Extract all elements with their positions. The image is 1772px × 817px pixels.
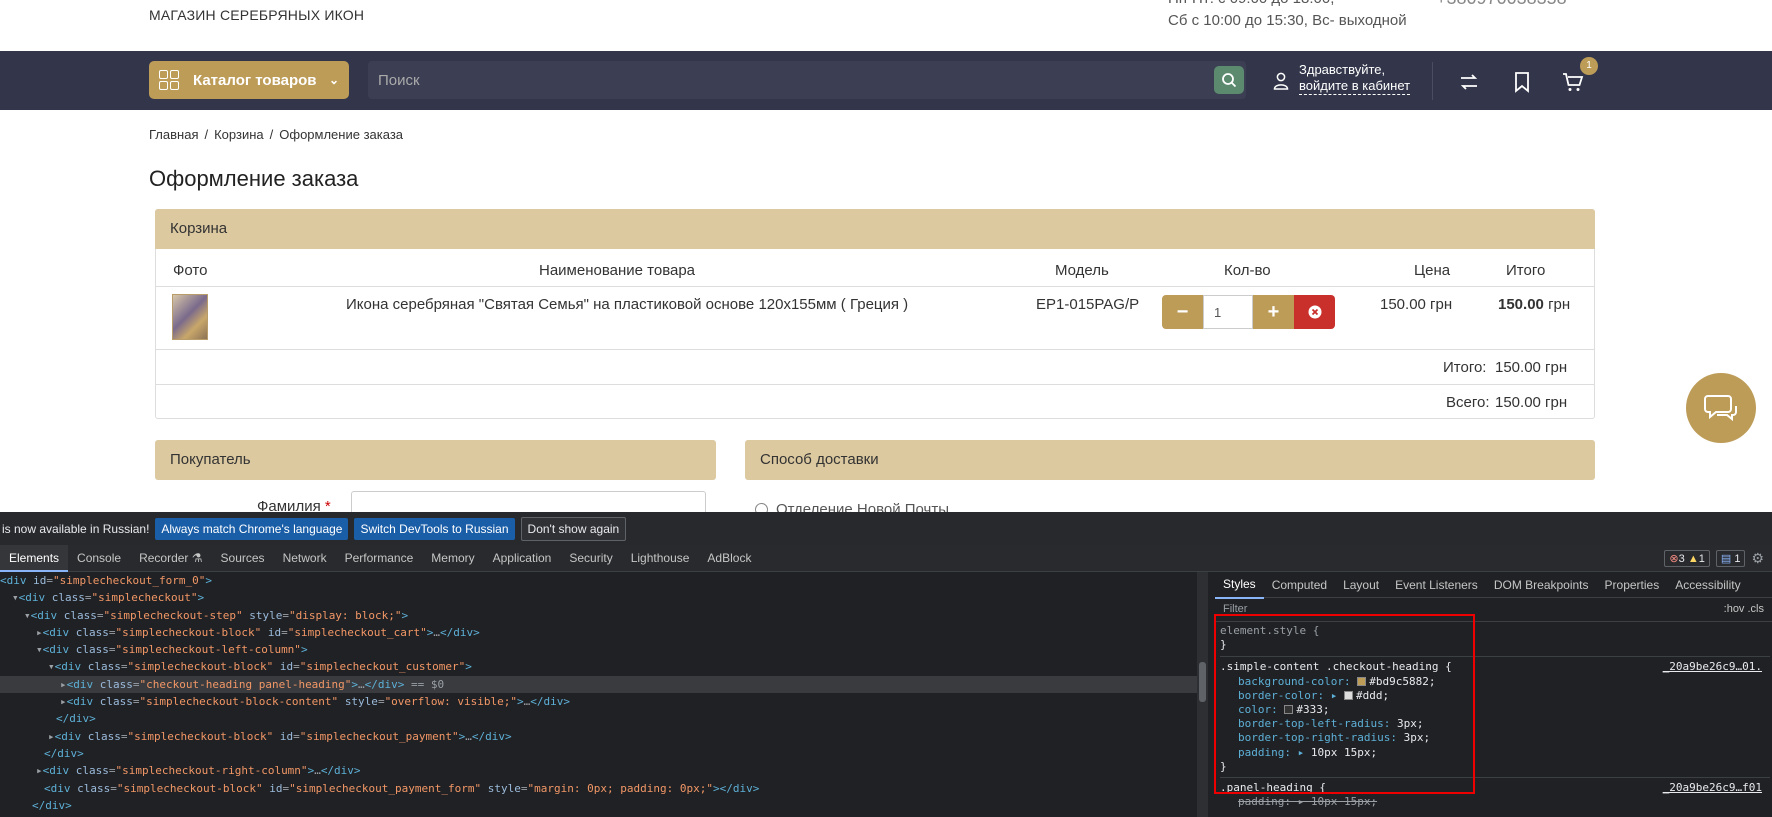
col-model: Модель — [1055, 262, 1109, 279]
col-photo: Фото — [173, 262, 208, 279]
tab-layout[interactable]: Layout — [1335, 572, 1387, 598]
catalog-button[interactable]: Каталог товаров ⌄ — [149, 61, 349, 99]
dom-node: ▾<div class="simplecheckout-block" id="s… — [48, 660, 472, 674]
product-price: 150.00 грн — [1380, 296, 1453, 313]
product-name[interactable]: Икона серебряная "Святая Семья" на пласт… — [346, 296, 908, 313]
flask-icon: ⚗ — [191, 550, 203, 565]
tab-accessibility[interactable]: Accessibility — [1667, 572, 1748, 598]
devtools-status[interactable]: ⊗3 ▲1 ▤ 1 ⚙ — [1664, 550, 1764, 567]
tab-event-listeners[interactable]: Event Listeners — [1387, 572, 1486, 598]
highlight-annotation-box — [1214, 614, 1475, 794]
cart-count-badge: 1 — [1580, 57, 1598, 75]
tab-application[interactable]: Application — [484, 545, 561, 572]
remove-item-button[interactable] — [1294, 295, 1335, 329]
tab-memory[interactable]: Memory — [422, 545, 483, 572]
rule-source-link-2[interactable]: _20a9be26c9…f01 — [1663, 781, 1762, 795]
product-model: EP1-015PAG/P — [1036, 296, 1140, 313]
chat-button[interactable] — [1686, 373, 1756, 443]
col-qty: Кол-во — [1224, 262, 1271, 279]
tab-computed[interactable]: Computed — [1264, 572, 1335, 598]
tab-styles[interactable]: Styles — [1215, 571, 1264, 599]
dom-node: <div class="simplecheckout-block" id="si… — [44, 781, 760, 795]
decrease-qty-button[interactable]: − — [1162, 295, 1203, 329]
dom-node-selected: ▸<div class="checkout-heading panel-head… — [0, 675, 1197, 694]
subtotal-label: Итого: — [1443, 359, 1487, 376]
grand-total-value: 150.00 грн — [1495, 394, 1568, 411]
breadcrumb-current: Оформление заказа — [279, 127, 404, 142]
user-icon[interactable] — [1273, 72, 1289, 90]
quantity-stepper: − 1 + — [1162, 295, 1335, 329]
product-total: 150.00 грн — [1498, 296, 1571, 313]
dom-node: ▸<div class="simplecheckout-right-column… — [36, 764, 361, 778]
col-total: Итого — [1506, 262, 1546, 279]
dom-node: ▾<div class="simplecheckout-step" style=… — [24, 608, 409, 622]
dom-scrollbar[interactable] — [1197, 572, 1208, 817]
switch-to-russian-button[interactable]: Switch DevTools to Russian — [354, 517, 515, 540]
dont-show-again-button[interactable]: Don't show again — [520, 516, 627, 541]
tab-network[interactable]: Network — [274, 545, 336, 572]
account-link[interactable]: Здравствуйте, войдите в кабинет — [1299, 62, 1411, 95]
search-icon — [1222, 73, 1237, 88]
dom-node: </div> — [56, 712, 96, 726]
page-title: Оформление заказа — [149, 166, 359, 191]
close-circle-icon — [1308, 305, 1321, 319]
search-input[interactable]: Поиск — [368, 61, 1246, 99]
col-name: Наименование товара — [539, 262, 696, 279]
breadcrumb-cart[interactable]: Корзина — [214, 127, 264, 142]
tab-performance[interactable]: Performance — [336, 545, 423, 572]
grand-total-label: Всего: — [1446, 394, 1490, 411]
dom-node: ▾<div class="simplecheckout-left-column"… — [36, 643, 308, 657]
buyer-heading: Покупатель — [155, 440, 716, 480]
quantity-input[interactable]: 1 — [1203, 295, 1253, 329]
always-match-language-button[interactable]: Always match Chrome's language — [155, 517, 349, 540]
search-button[interactable] — [1214, 66, 1244, 94]
grid-icon — [159, 70, 179, 90]
col-price: Цена — [1414, 262, 1451, 279]
cart-heading: Корзина — [155, 209, 1595, 249]
tab-dom-breakpoints[interactable]: DOM Breakpoints — [1486, 572, 1597, 598]
store-name: МАГАЗИН СЕРЕБРЯНЫХ ИКОН — [149, 7, 365, 23]
working-hours: Пн-Пт: с 09:00 до 18:00, Сб с 10:00 до 1… — [1168, 0, 1407, 29]
compare-icon[interactable] — [1457, 70, 1481, 94]
rule-source-link[interactable]: _20a9be26c9…01. — [1663, 660, 1762, 674]
delivery-heading: Способ доставки — [745, 440, 1595, 480]
dom-tree[interactable]: <div id="simplecheckout_form_0"> ▾<div c… — [0, 572, 1197, 817]
tab-sources[interactable]: Sources — [212, 545, 274, 572]
tab-properties[interactable]: Properties — [1597, 572, 1668, 598]
increase-qty-button[interactable]: + — [1253, 295, 1294, 329]
settings-icon[interactable]: ⚙ — [1751, 550, 1764, 567]
devtools-tabs: Elements Console Recorder ⚗ Sources Netw… — [0, 544, 1772, 572]
dom-node: ▾<div class="simplecheckout"> — [12, 591, 205, 605]
dom-node: </div> — [32, 798, 72, 812]
chat-icon — [1704, 395, 1737, 422]
hov-cls-toggle[interactable]: :hov .cls — [1724, 603, 1764, 615]
dom-node: ▸<div class="simplecheckout-block" id="s… — [48, 729, 512, 743]
tab-console[interactable]: Console — [68, 545, 130, 572]
dom-node: ▸<div class="simplecheckout-block-conten… — [60, 695, 571, 709]
cart-icon[interactable] — [1561, 70, 1585, 94]
devtools-language-infobar: is now available in Russian! Always matc… — [0, 512, 1772, 545]
product-thumbnail[interactable] — [172, 294, 208, 340]
tab-elements[interactable]: Elements — [0, 544, 69, 572]
dom-node: <div id="simplecheckout_form_0"> — [0, 574, 212, 587]
subtotal-value: 150.00 грн — [1495, 359, 1568, 376]
bookmark-icon[interactable] — [1510, 70, 1534, 94]
dom-node: ▸<div class="simplecheckout-block" id="s… — [36, 625, 480, 639]
tab-security[interactable]: Security — [560, 545, 621, 572]
tab-adblock[interactable]: AdBlock — [698, 545, 760, 572]
styles-tabs: Styles Computed Layout Event Listeners D… — [1215, 571, 1772, 599]
divider — [1432, 62, 1433, 100]
breadcrumb: Главная / Корзина / Оформление заказа — [149, 127, 404, 142]
breadcrumb-home[interactable]: Главная — [149, 127, 198, 142]
tab-lighthouse[interactable]: Lighthouse — [622, 545, 699, 572]
dom-node: </div> — [44, 746, 84, 760]
phone-number[interactable]: +380970038358 — [1436, 0, 1567, 9]
chevron-down-icon: ⌄ — [328, 73, 339, 87]
tab-recorder[interactable]: Recorder ⚗ — [130, 545, 211, 572]
